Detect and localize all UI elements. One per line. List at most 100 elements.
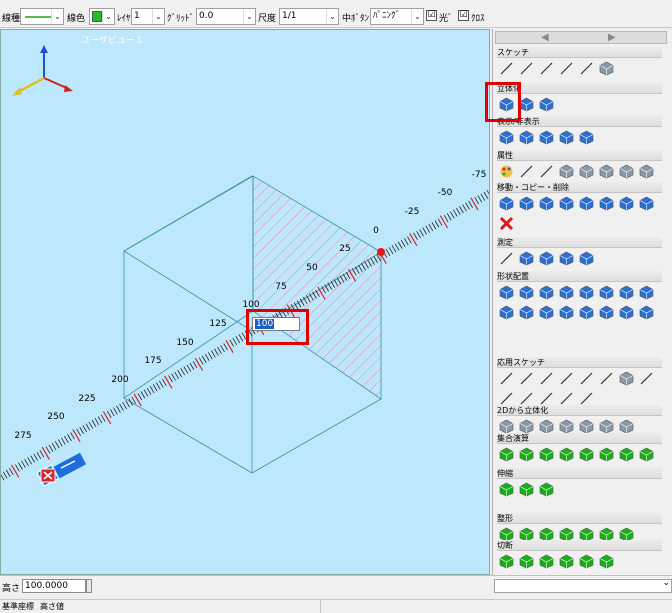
extend-icon[interactable] xyxy=(579,391,594,406)
3d-viewport[interactable]: -75 -50 -25 0 25 50 75 100 125 150 175 200 225 250 275… xyxy=(0,29,490,575)
offset-icon[interactable] xyxy=(519,371,534,386)
height-input[interactable]: 100.0000 xyxy=(22,579,86,593)
line-style-icon[interactable] xyxy=(539,164,554,179)
subtract-icon[interactable] xyxy=(519,447,534,462)
line-icon[interactable] xyxy=(499,61,514,76)
scale-select[interactable]: 1/1 ⌄ xyxy=(279,8,339,25)
merge-icon[interactable] xyxy=(579,447,594,462)
rectangle-icon[interactable] xyxy=(559,371,574,386)
group-show-icon[interactable] xyxy=(579,130,594,145)
hide-icon[interactable] xyxy=(519,130,534,145)
ruler-origin-point[interactable] xyxy=(377,248,385,256)
section-header[interactable]: 応用スケッチ xyxy=(497,357,662,368)
sweep-2d-icon[interactable] xyxy=(539,419,554,434)
intersect-icon[interactable] xyxy=(539,447,554,462)
layer-show-icon[interactable] xyxy=(559,130,574,145)
fillet-icon[interactable] xyxy=(539,371,554,386)
line-color-select[interactable]: ⌄ xyxy=(89,8,115,25)
loft-2d-icon[interactable] xyxy=(559,419,574,434)
mirror-icon[interactable] xyxy=(559,196,574,211)
show-all-icon[interactable] xyxy=(499,130,514,145)
arc-icon[interactable] xyxy=(539,61,554,76)
line-width-icon[interactable] xyxy=(519,164,534,179)
section-header[interactable]: 集合演算 xyxy=(497,433,662,444)
loft-icon[interactable] xyxy=(539,97,554,112)
chamfer-icon[interactable] xyxy=(519,391,534,406)
cone-2d-icon[interactable] xyxy=(599,419,614,434)
circle-sketch-icon[interactable] xyxy=(619,371,634,386)
clip-icon[interactable] xyxy=(579,554,594,569)
section-header[interactable]: 測定 xyxy=(497,237,662,248)
polyline-icon[interactable] xyxy=(499,371,514,386)
ruler-end-controls[interactable] xyxy=(36,452,87,487)
washer-shape-icon[interactable] xyxy=(619,305,634,320)
dimension-value-input[interactable]: 100 xyxy=(252,317,300,331)
middle-button-select[interactable]: ﾊﾟﾆﾝｸﾞ ⌄ xyxy=(370,8,424,25)
scale-icon[interactable] xyxy=(619,196,634,211)
union-icon[interactable] xyxy=(499,447,514,462)
section-header[interactable]: 伸縮 xyxy=(497,468,662,479)
measure-length-icon[interactable] xyxy=(539,251,554,266)
trim2-icon[interactable] xyxy=(559,391,574,406)
material-icon[interactable] xyxy=(579,164,594,179)
rotate-icon[interactable] xyxy=(519,196,534,211)
curve-icon[interactable] xyxy=(559,61,574,76)
section-header[interactable]: 2Dから立体化 xyxy=(497,405,662,416)
split-plane-icon[interactable] xyxy=(539,554,554,569)
circle-icon[interactable] xyxy=(519,61,534,76)
bolt-shape-icon[interactable] xyxy=(559,305,574,320)
extrude-2d-icon[interactable] xyxy=(499,419,514,434)
cube-attr-icon[interactable] xyxy=(599,164,614,179)
shade-icon[interactable] xyxy=(639,164,654,179)
spline-icon[interactable] xyxy=(579,61,594,76)
grid-select[interactable]: 0.0 ⌄ xyxy=(196,8,256,25)
slice-icon[interactable] xyxy=(519,554,534,569)
split-icon[interactable] xyxy=(539,391,554,406)
rotate-copy-icon[interactable] xyxy=(599,196,614,211)
copy-icon[interactable] xyxy=(539,196,554,211)
point-icon[interactable] xyxy=(639,371,654,386)
revolve-2d-icon[interactable] xyxy=(519,419,534,434)
spiral-2d-icon[interactable] xyxy=(619,419,634,434)
scene-canvas[interactable]: -75 -50 -25 0 25 50 75 100 125 150 175 200 225 250 275 xyxy=(1,30,490,575)
hole-shape-icon[interactable] xyxy=(499,305,514,320)
combine-icon[interactable] xyxy=(599,447,614,462)
stretch-icon[interactable] xyxy=(499,482,514,497)
nut-shape-icon[interactable] xyxy=(579,305,594,320)
section-header[interactable]: 立体化 xyxy=(497,83,662,94)
cut-plane-icon[interactable] xyxy=(559,554,574,569)
cross-checkbox[interactable]: ☑ xyxy=(458,10,469,21)
measure-volume-icon[interactable] xyxy=(579,251,594,266)
split-solid-icon[interactable] xyxy=(559,447,574,462)
trim-icon[interactable] xyxy=(599,371,614,386)
eraser-icon[interactable] xyxy=(599,61,614,76)
stretch-face-icon[interactable] xyxy=(519,482,534,497)
section-header[interactable]: 形状配置 xyxy=(497,271,662,282)
color-palette-icon[interactable] xyxy=(499,164,514,179)
line-type-select[interactable]: ⌄ xyxy=(20,8,64,25)
redo-icon[interactable] xyxy=(639,196,654,211)
panel-prev-button[interactable]: ◀ xyxy=(541,32,549,43)
sphere-shape-icon[interactable] xyxy=(599,285,614,300)
revolve-icon[interactable] xyxy=(519,97,534,112)
measure-point-icon[interactable] xyxy=(499,251,514,266)
spring-shape-icon[interactable] xyxy=(599,305,614,320)
delete-icon[interactable] xyxy=(499,216,514,231)
wedge-shape-icon[interactable] xyxy=(539,285,554,300)
measure-distance-icon[interactable] xyxy=(519,251,534,266)
section-header[interactable]: 属性 xyxy=(497,150,662,161)
hatch-icon[interactable] xyxy=(499,391,514,406)
box-shape-icon[interactable] xyxy=(499,285,514,300)
section-header[interactable]: スケッチ xyxy=(497,47,662,58)
cone-shape-icon[interactable] xyxy=(559,285,574,300)
texture-icon[interactable] xyxy=(619,164,634,179)
stretch-axis-icon[interactable] xyxy=(539,482,554,497)
polygon-icon[interactable] xyxy=(579,371,594,386)
egg-shape-icon[interactable] xyxy=(639,285,654,300)
ball-shape-icon[interactable] xyxy=(619,285,634,300)
height-spinner[interactable] xyxy=(86,579,92,593)
section-header[interactable]: 整形 xyxy=(497,513,662,524)
section-header[interactable]: 切断 xyxy=(497,540,662,551)
move-icon[interactable] xyxy=(499,196,514,211)
array-icon[interactable] xyxy=(579,196,594,211)
